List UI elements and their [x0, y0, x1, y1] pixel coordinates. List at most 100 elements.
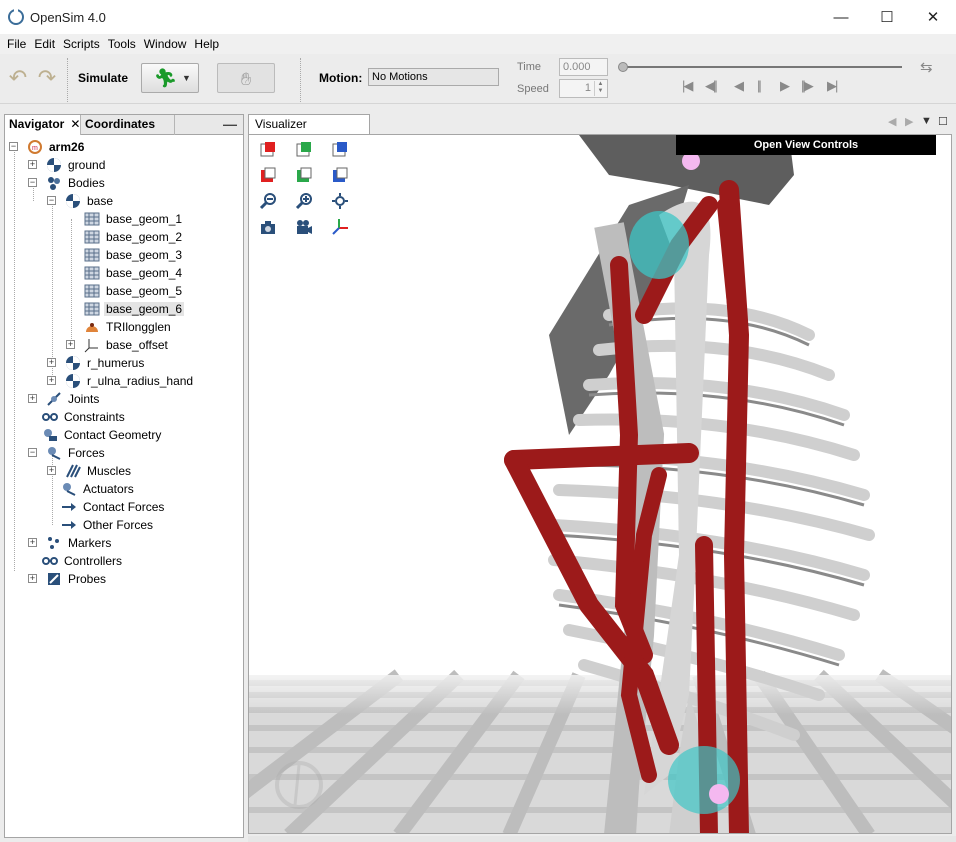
tree-item-probes[interactable]: + Probes	[28, 570, 108, 588]
view-bottom-icon[interactable]	[295, 166, 313, 184]
frame-icon	[84, 337, 100, 353]
tree-item-muscles[interactable]: + Muscles	[47, 462, 133, 480]
minimize-panel-icon[interactable]: —	[223, 116, 237, 132]
camera-icon[interactable]	[259, 218, 277, 236]
elbow-wrap	[668, 746, 740, 814]
tree-item-label: Contact Geometry	[64, 428, 162, 442]
step-back-icon[interactable]: ◀||	[705, 78, 718, 94]
record-video-icon[interactable]	[295, 218, 313, 236]
motion-select[interactable]: No Motions	[368, 68, 499, 86]
view-top-icon[interactable]	[295, 140, 313, 158]
menu-tools[interactable]: Tools	[104, 37, 140, 51]
scroll-left-icon[interactable]: ◀	[888, 115, 896, 128]
time-slider-thumb[interactable]	[618, 62, 628, 72]
tree-item-ground[interactable]: + ground	[28, 156, 107, 174]
go-to-start-icon[interactable]: |◀	[682, 78, 693, 94]
collapse-icon[interactable]: −	[28, 178, 37, 187]
axes-icon[interactable]	[331, 218, 349, 236]
close-button[interactable]: ✕	[910, 0, 956, 34]
play-reverse-icon[interactable]: ◀	[734, 78, 744, 94]
tree-item-constraints[interactable]: Constraints	[42, 408, 127, 426]
expand-icon[interactable]: +	[47, 466, 56, 475]
collapse-icon[interactable]: −	[47, 196, 56, 205]
menu-scripts[interactable]: Scripts	[59, 37, 104, 51]
view-right-icon[interactable]	[331, 140, 349, 158]
undo-icon[interactable]: ↶	[5, 65, 31, 91]
view-front-icon[interactable]	[259, 140, 277, 158]
body-icon	[65, 373, 81, 389]
tab-list-icon[interactable]: ▼	[921, 115, 932, 127]
expand-icon[interactable]: +	[47, 358, 56, 367]
speed-stepper[interactable]: 1 ▲ ▼	[559, 79, 608, 98]
menu-edit[interactable]: Edit	[30, 37, 59, 51]
tree-item-contact-forces[interactable]: Contact Forces	[61, 498, 166, 516]
tree-item-base-geom-5[interactable]: base_geom_5	[84, 282, 184, 300]
tree-item-base-geom-6[interactable]: base_geom_6	[84, 300, 185, 318]
tree-item-joints[interactable]: + Joints	[28, 390, 101, 408]
navigator-panel: Navigator ✕ Coordinates — − m arm26 + gro…	[4, 114, 244, 838]
tree-item-base-geom-2[interactable]: base_geom_2	[84, 228, 184, 246]
tab-visualizer-window[interactable]: Visualizer Window✕	[248, 114, 370, 150]
main-toolbar: ↶ ↷ Simulate 🏃︎ ▼ ✋︎ Motion: No Motions …	[0, 54, 956, 104]
pause-icon[interactable]: ||	[757, 78, 762, 93]
tree-item-base-offset[interactable]: + base_offset	[66, 336, 170, 354]
tree-item-r-humerus[interactable]: + r_humerus	[47, 354, 146, 372]
tree-item-markers[interactable]: + Markers	[28, 534, 113, 552]
expand-icon[interactable]: +	[28, 538, 37, 547]
play-icon[interactable]: ▶	[780, 78, 790, 94]
tab-navigator[interactable]: Navigator ✕	[5, 115, 81, 135]
loop-icon[interactable]: ⇆	[920, 58, 933, 76]
tree-item-controllers[interactable]: Controllers	[42, 552, 124, 570]
tree-item-trilongglen[interactable]: TRIlongglen	[84, 318, 173, 336]
run-simulation-button[interactable]: 🏃︎ ▼	[141, 63, 199, 93]
menu-window[interactable]: Window	[140, 37, 191, 51]
tree-item-label: base_geom_3	[106, 248, 183, 262]
time-input[interactable]: 0.000	[559, 58, 608, 76]
view-left-icon[interactable]	[331, 166, 349, 184]
maximize-panel-icon[interactable]: ☐	[938, 115, 948, 128]
tree-item-contact-geometry[interactable]: Contact Geometry	[42, 426, 163, 444]
expand-icon[interactable]: +	[47, 376, 56, 385]
open-view-controls-button[interactable]: Open View Controls	[676, 135, 936, 155]
tree-item-base-geom-4[interactable]: base_geom_4	[84, 264, 184, 282]
menu-file[interactable]: File	[3, 37, 30, 51]
expand-icon[interactable]: +	[28, 160, 37, 169]
tab-coordinates[interactable]: Coordinates	[81, 115, 175, 135]
spinner-arrows-icon[interactable]: ▲ ▼	[594, 81, 606, 96]
tree-item-arm26[interactable]: − m arm26	[9, 138, 86, 156]
expand-icon[interactable]: +	[28, 394, 37, 403]
menu-help[interactable]: Help	[190, 37, 223, 51]
tree-item-base[interactable]: − base	[47, 192, 115, 210]
tree-item-forces[interactable]: − Forces	[28, 444, 107, 462]
collapse-icon[interactable]: −	[28, 448, 37, 457]
step-forward-icon[interactable]: ||▶	[801, 78, 814, 94]
fit-view-icon[interactable]	[331, 192, 349, 210]
minimize-button[interactable]: —	[818, 0, 864, 34]
probes-icon	[46, 571, 62, 587]
maximize-button[interactable]: ☐	[864, 0, 910, 34]
redo-icon[interactable]: ↷	[34, 65, 60, 91]
tree-item-label: Probes	[68, 572, 107, 586]
expand-icon[interactable]: +	[28, 574, 37, 583]
zoom-in-icon[interactable]	[295, 192, 313, 210]
tree-item-base-geom-1[interactable]: base_geom_1	[84, 210, 184, 228]
controllers-icon	[42, 553, 58, 569]
collapse-icon[interactable]: −	[9, 142, 18, 151]
tree-item-other-forces[interactable]: Other Forces	[61, 516, 155, 534]
tree-item-bodies[interactable]: − Bodies	[28, 174, 107, 192]
scroll-right-icon[interactable]: ▶	[905, 115, 913, 128]
tree-item-actuators[interactable]: Actuators	[61, 480, 136, 498]
time-slider-track[interactable]	[622, 66, 902, 68]
visualizer-canvas[interactable]: Open View Controls	[248, 134, 952, 834]
close-icon[interactable]: ✕	[70, 117, 80, 131]
tree-item-r-ulna-radius-hand[interactable]: + r_ulna_radius_hand	[47, 372, 195, 390]
model-3d-view[interactable]	[249, 135, 952, 834]
expand-icon[interactable]: +	[66, 340, 75, 349]
stop-simulation-button[interactable]: ✋︎	[217, 63, 275, 93]
forces-icon	[46, 445, 62, 461]
go-to-end-icon[interactable]: ▶|	[827, 78, 838, 94]
title-bar: OpenSim 4.0 — ☐ ✕	[0, 0, 956, 34]
zoom-out-icon[interactable]	[259, 192, 277, 210]
view-back-icon[interactable]	[259, 166, 277, 184]
tree-item-base-geom-3[interactable]: base_geom_3	[84, 246, 184, 264]
